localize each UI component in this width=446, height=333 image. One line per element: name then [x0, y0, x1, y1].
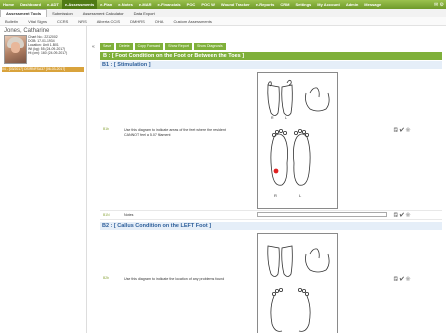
tab[interactable]: Assessment Tools	[0, 9, 48, 17]
notes-input[interactable]	[257, 212, 387, 217]
label-top-right: R	[271, 116, 274, 120]
b1-question: Use this diagram to indicate areas of th…	[124, 128, 226, 137]
label-top-left: L	[285, 116, 287, 120]
sub-tab[interactable]: CCRS	[52, 19, 73, 24]
b1-code: B1b	[103, 127, 110, 131]
sub-tab[interactable]: Alberta CCIS	[92, 19, 125, 24]
nav-item[interactable]: POC W	[198, 0, 218, 9]
patient-info: Chart No.: 2212002 DOB: 17-01-1934 Locatio…	[28, 35, 67, 55]
toolbar-button[interactable]: Show Diagnosis	[193, 43, 226, 50]
notes-code: B1N	[103, 213, 110, 217]
sub-tab[interactable]: Vital Signs	[23, 19, 52, 24]
nav-item[interactable]: My Account	[314, 0, 343, 9]
toolbar-button[interactable]: Save	[100, 43, 115, 50]
notes-label: Notes	[124, 213, 134, 217]
b1-question-row: B1b Use this diagram to indicate areas o…	[100, 70, 442, 211]
toolbar-button[interactable]: Show Report	[165, 43, 192, 50]
nav-item[interactable]: e-Notes	[115, 0, 136, 9]
b1-notes-row: B1N Notes 🗒 ✔ ⚙	[100, 211, 442, 220]
toolbar-button[interactable]: Copy Forward	[134, 43, 164, 50]
sub-tab[interactable]: OHA	[150, 19, 169, 24]
toolbar: Save Delete Copy Forward Show Report Show Di…	[100, 43, 226, 50]
toolbar-button[interactable]: Delete	[116, 43, 133, 50]
nav-item[interactable]: e-ADT	[44, 0, 62, 9]
sensation-mark	[273, 168, 279, 174]
nav-item[interactable]: Admin	[343, 0, 361, 9]
b2-code: B2b	[103, 276, 110, 280]
foot-diagram-svg-2	[267, 245, 330, 332]
label-right: R	[274, 193, 277, 198]
b2-question: Use this diagram to indicate the locatio…	[124, 277, 225, 281]
b1-foot-diagram[interactable]: R L R L	[257, 72, 338, 209]
b1-row-icons[interactable]: 🗒 ✔ ⚙	[393, 127, 410, 132]
collapse-arrow-icon[interactable]: «	[92, 44, 95, 50]
top-nav: Home Dashboard e-ADT e-Assessments e-Plan e-N…	[0, 0, 446, 9]
photo-face	[11, 42, 20, 53]
selected-assessment[interactable]: 04 - [03/2017] OSIRNFSA37 [06-03-2017]	[2, 67, 84, 72]
nav-item[interactable]: CRM	[277, 0, 292, 9]
sub-tab[interactable]: NRS	[73, 19, 91, 24]
tab[interactable]: Submission	[47, 10, 78, 17]
patient-sidebar: Jones, Catharine Chart No.: 2212002 DOB: …	[0, 26, 87, 333]
b1-header: B1 : [ Stimulation ]	[100, 61, 442, 69]
b2-question-row: B2b Use this diagram to indicate the loc…	[100, 231, 442, 333]
tab[interactable]: Assessment Calculator	[78, 10, 129, 17]
sub-tab[interactable]: DMHRS	[125, 19, 150, 24]
nav-item[interactable]: e-Assessments	[61, 0, 98, 9]
label-left: L	[299, 193, 302, 198]
b2-header: B2 : [ Callus Condition on the LEFT Foot…	[100, 222, 442, 230]
nav-item[interactable]: e-Plan	[97, 0, 115, 9]
assessment-panel: « Save Delete Copy Forward Show Report Show …	[90, 26, 444, 333]
nav-item[interactable]: POC	[184, 0, 199, 9]
patient-name[interactable]: Jones, Catharine	[4, 28, 49, 34]
notification-icons[interactable]: ✉ ⚙	[434, 2, 446, 8]
sub-tab[interactable]: Bulletin	[0, 19, 23, 24]
nav-item[interactable]: e-MAR	[136, 0, 155, 9]
notes-row-icons[interactable]: 🗒 ✔ ⚙	[393, 212, 410, 217]
nav-item[interactable]: Message	[361, 0, 384, 9]
nav-item[interactable]: e-Reports	[253, 0, 278, 9]
patient-info-line: Ht (cm): 160 (24-09-2017)	[28, 51, 68, 55]
foot-diagram-svg: R L R L	[267, 79, 330, 198]
nav-item[interactable]: Dashboard	[17, 0, 44, 9]
tab[interactable]: Data Export	[129, 10, 160, 17]
nav-item[interactable]: Home	[0, 0, 17, 9]
sub-tab-bar: Bulletin Vital Signs CCRS NRS Alberta CCIS DM…	[0, 17, 446, 26]
nav-item[interactable]: Wound Tracker	[218, 0, 253, 9]
b2-foot-diagram[interactable]	[257, 233, 338, 333]
b2-row-icons[interactable]: 🗒 ✔ ⚙	[393, 276, 410, 281]
sub-tab[interactable]: Custom Assessments	[168, 19, 216, 24]
nav-item[interactable]: e-Financials	[155, 0, 184, 9]
patient-photo	[4, 35, 27, 64]
section-header: B : [ Foot Condition on the Foot or Betw…	[100, 52, 442, 60]
nav-item[interactable]: Settings	[293, 0, 315, 9]
